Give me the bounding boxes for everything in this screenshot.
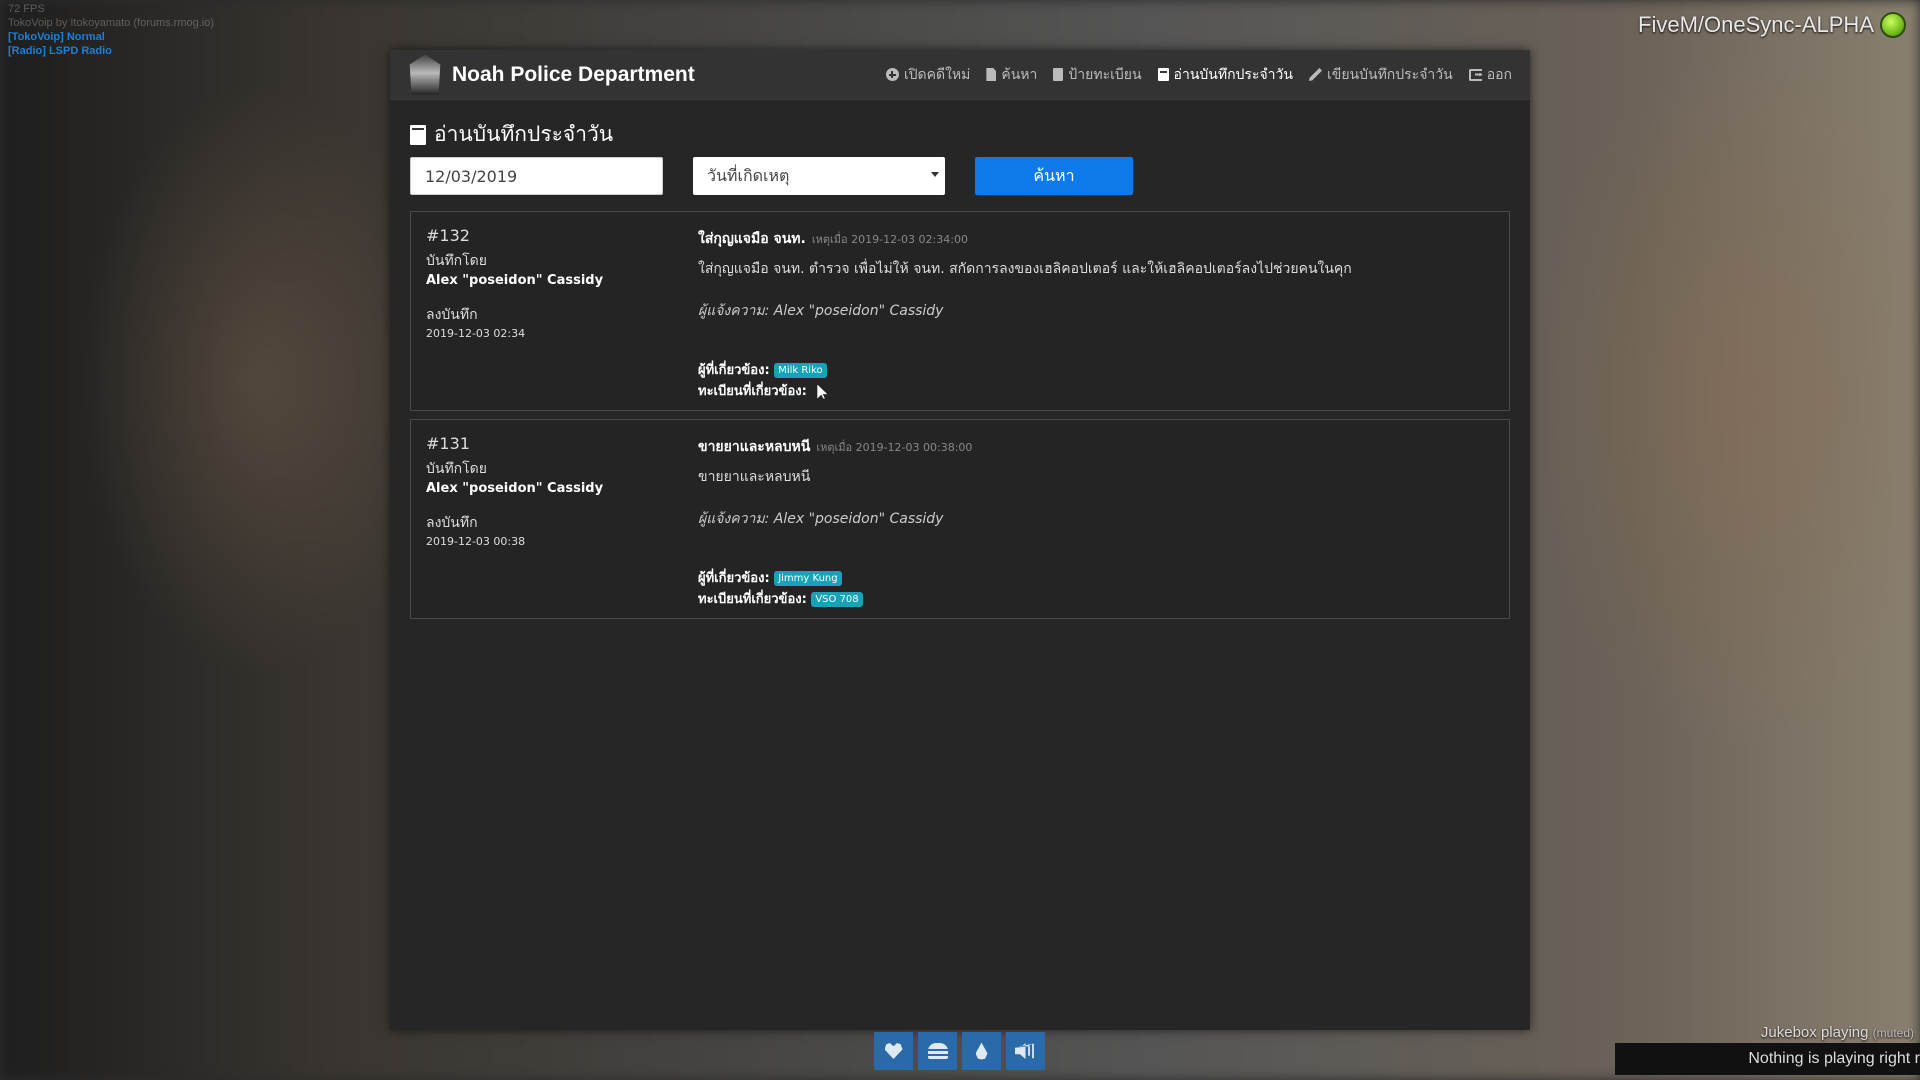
record-id: #131	[426, 434, 470, 453]
page-title: อ่านบันทึกประจำวัน	[434, 122, 614, 146]
voice-indicator	[1006, 1032, 1045, 1070]
nav-search-label: ค้นหา	[1001, 66, 1038, 83]
nav-plates-label: ป้ายทะเบียน	[1068, 66, 1142, 83]
talk-mode: [TokoVoip] Normal	[8, 31, 105, 43]
person-tag[interactable]: Jimmy Kung	[774, 571, 842, 586]
jukebox-label: Jukebox playing (muted)	[1761, 1024, 1914, 1041]
search-button[interactable]: ค้นหา	[975, 157, 1133, 195]
record-detail: ขายยาและหลบหนี เหตุเมื่อ 2019-12-03 00:3…	[698, 436, 1493, 610]
heart-icon	[884, 1043, 903, 1059]
nav-plates[interactable]: ป้ายทะเบียน	[1053, 64, 1142, 86]
nav-read-journal[interactable]: อ่านบันทึกประจำวัน	[1157, 64, 1293, 86]
plate-tag[interactable]: VSO 708	[811, 592, 863, 607]
nav-logout-label: ออก	[1486, 66, 1512, 83]
voice-hud: 72 FPS TokoVoip by Itokoyamato (forums.r…	[8, 2, 214, 58]
mouse-cursor-icon	[817, 384, 828, 399]
recorded-by-label: บันทึกโดย	[426, 253, 487, 269]
record-body: ใส่กุญแจมือ จนท. ตำรวจ เพื่อไม่ให้ จนท. …	[698, 261, 1352, 277]
record-reporter: ผู้แจ้งความ: Alex "poseidon" Cassidy	[698, 511, 944, 527]
server-logo-icon	[1880, 12, 1906, 38]
hunger-indicator	[918, 1032, 957, 1070]
record-meta: #132 บันทึกโดย Alex "poseidon" Cassidy ล…	[426, 226, 676, 343]
book-icon	[1157, 68, 1169, 81]
book-icon	[410, 124, 426, 145]
date-input[interactable]	[410, 157, 663, 195]
burger-icon	[927, 1043, 948, 1059]
record-title: ขายยาและหลบหนี	[698, 439, 811, 455]
record-title-line: ใส่กุญแจมือ จนท. เหตุเมื่อ 2019-12-03 02…	[698, 228, 1493, 250]
record-involved: ผู้ที่เกี่ยวข้อง: Jimmy Kung ทะเบียนที่เ…	[698, 568, 1493, 610]
trash-icon	[1053, 68, 1064, 81]
record-title: ใส่กุญแจมือ จนท.	[698, 231, 806, 247]
health-indicator	[874, 1032, 913, 1070]
nav-logout[interactable]: ออก	[1468, 64, 1512, 86]
logged-label: ลงบันทึก	[426, 515, 478, 531]
involved-label: ผู้ที่เกี่ยวข้อง:	[698, 363, 770, 378]
journal-record: #132 บันทึกโดย Alex "poseidon" Cassidy ล…	[410, 211, 1510, 411]
recorded-by-label: บันทึกโดย	[426, 461, 487, 477]
police-badge-icon	[409, 54, 441, 95]
record-author: Alex "poseidon" Cassidy	[426, 481, 604, 496]
search-row: วันที่เกิดเหตุ ค้นหา	[410, 157, 1510, 195]
plates-row: ทะเบียนที่เกี่ยวข้อง: VSO 708	[698, 589, 1493, 610]
voice-credit: TokoVoip by Itokoyamato (forums.rmog.io)	[8, 17, 215, 29]
plates-row: ทะเบียนที่เกี่ยวข้อง:	[698, 381, 1493, 402]
involved-row: ผู้ที่เกี่ยวข้อง: Jimmy Kung	[698, 568, 1493, 589]
record-id: #132	[426, 226, 470, 245]
logged-at: 2019-12-03 00:38	[426, 535, 526, 548]
radio-channel: [Radio] LSPD Radio	[8, 45, 112, 57]
record-body: ขายยาและหลบหนี	[698, 469, 811, 485]
journal-record: #131 บันทึกโดย Alex "poseidon" Cassidy ล…	[410, 419, 1510, 619]
nav-write-journal[interactable]: เขียนบันทึกประจำวัน	[1308, 64, 1453, 86]
logged-label: ลงบันทึก	[426, 307, 478, 323]
file-icon	[986, 68, 997, 81]
plus-circle-icon	[885, 68, 899, 81]
sign-out-icon	[1468, 68, 1482, 81]
chevron-down-icon	[931, 172, 939, 177]
record-when: เหตุเมื่อ 2019-12-03 00:38:00	[816, 441, 973, 454]
involved-label: ผู้ที่เกี่ยวข้อง:	[698, 571, 770, 586]
record-reporter: ผู้แจ้งความ: Alex "poseidon" Cassidy	[698, 303, 944, 319]
fps-counter: 72 FPS	[8, 3, 45, 15]
server-name: FiveM/OneSync-ALPHA	[1638, 12, 1874, 37]
record-detail: ใส่กุญแจมือ จนท. เหตุเมื่อ 2019-12-03 02…	[698, 228, 1493, 402]
nav-write-journal-label: เขียนบันทึกประจำวัน	[1326, 66, 1453, 83]
plates-label: ทะเบียนที่เกี่ยวข้อง:	[698, 384, 807, 399]
record-involved: ผู้ที่เกี่ยวข้อง: Milk Riko ทะเบียนที่เก…	[698, 360, 1493, 402]
mdt-window: Noah Police Department เปิดคดีใหม่ ค้นหา…	[390, 50, 1530, 1030]
status-hud	[874, 1032, 1045, 1070]
nav-new-case-label: เปิดคดีใหม่	[903, 66, 971, 83]
content: อ่านบันทึกประจำวัน วันที่เกิดเหตุ ค้นหา …	[390, 100, 1530, 645]
speaker-icon	[1014, 1043, 1034, 1059]
navbar: Noah Police Department เปิดคดีใหม่ ค้นหา…	[390, 50, 1530, 100]
thirst-indicator	[962, 1032, 1001, 1070]
brand-title: Noah Police Department	[452, 62, 695, 86]
nav-search[interactable]: ค้นหา	[986, 64, 1037, 86]
involved-row: ผู้ที่เกี่ยวข้อง: Milk Riko	[698, 360, 1493, 381]
jukebox-status: Nothing is playing right r	[1615, 1043, 1920, 1075]
date-type-select[interactable]: วันที่เกิดเหตุ	[693, 157, 945, 195]
record-author: Alex "poseidon" Cassidy	[426, 273, 604, 288]
nav-new-case[interactable]: เปิดคดีใหม่	[885, 64, 971, 86]
nav-links: เปิดคดีใหม่ ค้นหา ป้ายทะเบียน อ่านบันทึก…	[885, 64, 1512, 86]
page-heading: อ่านบันทึกประจำวัน	[410, 118, 1510, 151]
record-title-line: ขายยาและหลบหนี เหตุเมื่อ 2019-12-03 00:3…	[698, 436, 1493, 458]
pencil-icon	[1308, 68, 1322, 81]
nav-read-journal-label: อ่านบันทึกประจำวัน	[1173, 66, 1293, 83]
record-meta: #131 บันทึกโดย Alex "poseidon" Cassidy ล…	[426, 434, 676, 551]
jukebox-muted: (muted)	[1872, 1026, 1914, 1040]
date-type-select-value: วันที่เกิดเหตุ	[707, 165, 790, 185]
water-drop-icon	[975, 1042, 988, 1060]
plates-label: ทะเบียนที่เกี่ยวข้อง:	[698, 592, 807, 607]
record-when: เหตุเมื่อ 2019-12-03 02:34:00	[811, 233, 968, 246]
person-tag[interactable]: Milk Riko	[774, 363, 827, 378]
jukebox-label-text: Jukebox playing	[1760, 1024, 1869, 1041]
brand[interactable]: Noah Police Department	[408, 54, 695, 95]
logged-at: 2019-12-03 02:34	[426, 327, 526, 340]
